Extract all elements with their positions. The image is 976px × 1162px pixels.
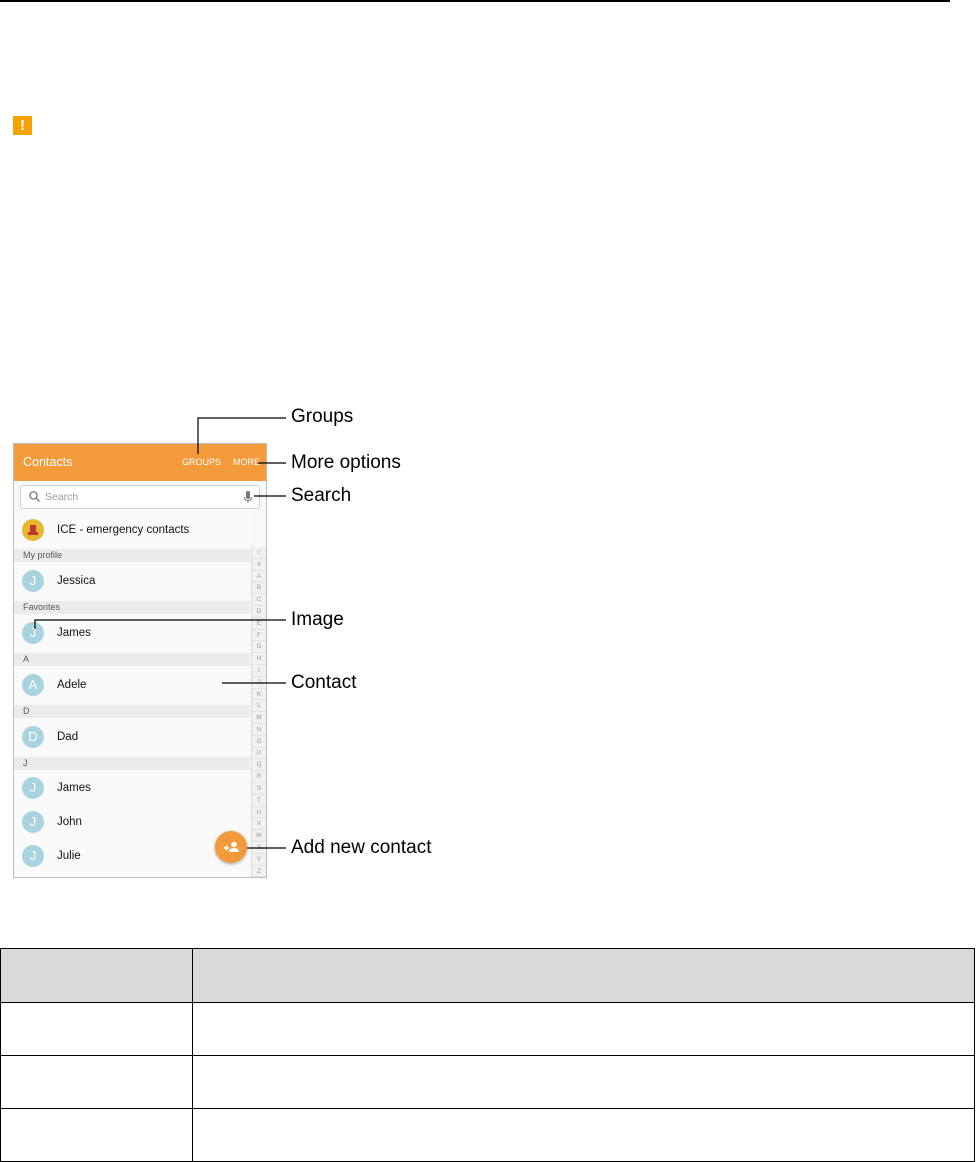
app-bar: Contacts GROUPS MORE — [14, 444, 266, 481]
contact-avatar: D — [22, 726, 44, 748]
warning-icon: ! — [13, 116, 32, 135]
contact-row-dad[interactable]: D Dad — [14, 718, 250, 756]
contact-avatar: J — [22, 845, 44, 867]
table-cell — [0, 1108, 193, 1162]
index-letter[interactable]: U — [252, 807, 266, 819]
description-table — [0, 948, 975, 1162]
index-letter[interactable]: A — [252, 571, 266, 583]
index-letter[interactable]: R — [252, 771, 266, 783]
contact-name: James — [57, 627, 91, 639]
table-cell — [0, 1055, 193, 1109]
alphabet-index[interactable]: ☆ # A B C D E F G H I J K L M N O P Q R S T U V W X Y Z — [251, 547, 266, 877]
table-header-row — [0, 948, 975, 1003]
index-letter[interactable]: Z — [252, 866, 266, 877]
index-letter[interactable]: F — [252, 630, 266, 642]
section-header-favorites: Favorites — [14, 601, 250, 614]
contact-row-james[interactable]: J James — [14, 770, 250, 805]
table-cell — [0, 1002, 193, 1056]
index-letter[interactable]: P — [252, 748, 266, 760]
app-title: Contacts — [23, 455, 73, 469]
table-row — [0, 1108, 975, 1162]
index-letter[interactable]: V — [252, 818, 266, 831]
index-letter[interactable]: D — [252, 606, 266, 618]
index-letter[interactable]: T — [252, 795, 266, 807]
contact-row-jessica[interactable]: J Jessica — [14, 562, 250, 600]
index-letter[interactable]: W — [252, 830, 266, 842]
contact-name: John — [57, 816, 82, 828]
add-person-icon — [224, 841, 239, 852]
index-letter[interactable]: O — [252, 736, 266, 748]
callout-contact: Contact — [291, 672, 357, 693]
callout-groups: Groups — [291, 406, 354, 427]
index-letter[interactable]: C — [252, 594, 266, 606]
table-header-cell — [0, 948, 193, 1003]
add-contact-button[interactable] — [215, 831, 247, 863]
table-row — [0, 1055, 975, 1109]
index-letter[interactable]: N — [252, 724, 266, 736]
groups-button[interactable]: GROUPS — [182, 457, 221, 467]
contact-name: Jessica — [57, 575, 96, 587]
index-letter[interactable]: Q — [252, 759, 266, 772]
callout-search: Search — [291, 485, 352, 506]
contact-avatar: J — [22, 570, 44, 592]
index-letter[interactable]: M — [252, 712, 266, 724]
contact-avatar: J — [22, 777, 44, 799]
contact-name: Dad — [57, 731, 79, 743]
table-cell — [192, 1002, 975, 1056]
index-letter[interactable]: Y — [252, 854, 266, 866]
callout-more-options: More options — [291, 452, 401, 473]
index-letter[interactable]: J — [252, 677, 266, 689]
table-header-cell — [192, 948, 975, 1003]
section-header-my-profile: My profile — [14, 549, 250, 562]
index-letter[interactable]: L — [252, 700, 266, 713]
table-cell — [192, 1055, 975, 1109]
search-icon — [29, 491, 40, 502]
section-header-j: J — [14, 757, 250, 770]
index-letter[interactable]: G — [252, 641, 266, 654]
more-button[interactable]: MORE — [233, 457, 260, 467]
callout-add-new-contact: Add new contact — [291, 837, 432, 858]
contact-avatar: A — [22, 674, 44, 696]
ice-label: ICE - emergency contacts — [57, 524, 190, 536]
index-letter[interactable]: B — [252, 582, 266, 595]
ice-row[interactable]: ICE - emergency contacts — [14, 513, 250, 548]
index-letter[interactable]: K — [252, 689, 266, 701]
contact-name: Julie — [57, 850, 81, 862]
contact-avatar: J — [22, 622, 44, 644]
index-letter[interactable]: I — [252, 665, 266, 677]
microphone-icon[interactable] — [241, 489, 255, 505]
contact-avatar: J — [22, 811, 44, 833]
index-letter[interactable]: E — [252, 618, 266, 630]
contact-name: Adele — [57, 679, 87, 691]
section-header-a: A — [14, 653, 250, 666]
index-letter[interactable]: S — [252, 783, 266, 795]
contact-name: James — [57, 782, 91, 794]
contacts-screenshot: Contacts GROUPS MORE Search ICE - emerge… — [13, 443, 267, 878]
table-cell — [192, 1108, 975, 1162]
index-letter[interactable]: X — [252, 842, 266, 854]
table-row — [0, 1002, 975, 1056]
section-header-d: D — [14, 705, 250, 718]
contact-row-adele[interactable]: A Adele — [14, 666, 250, 704]
index-letter[interactable]: # — [252, 559, 266, 571]
search-field[interactable]: Search — [20, 485, 260, 509]
callout-image: Image — [291, 609, 344, 630]
search-placeholder: Search — [45, 491, 79, 503]
index-letter[interactable]: H — [252, 653, 266, 665]
index-letter[interactable]: ☆ — [252, 547, 266, 559]
contact-row-james-favorite[interactable]: J James — [14, 614, 250, 652]
ice-icon — [22, 519, 44, 541]
top-rule — [0, 0, 950, 2]
